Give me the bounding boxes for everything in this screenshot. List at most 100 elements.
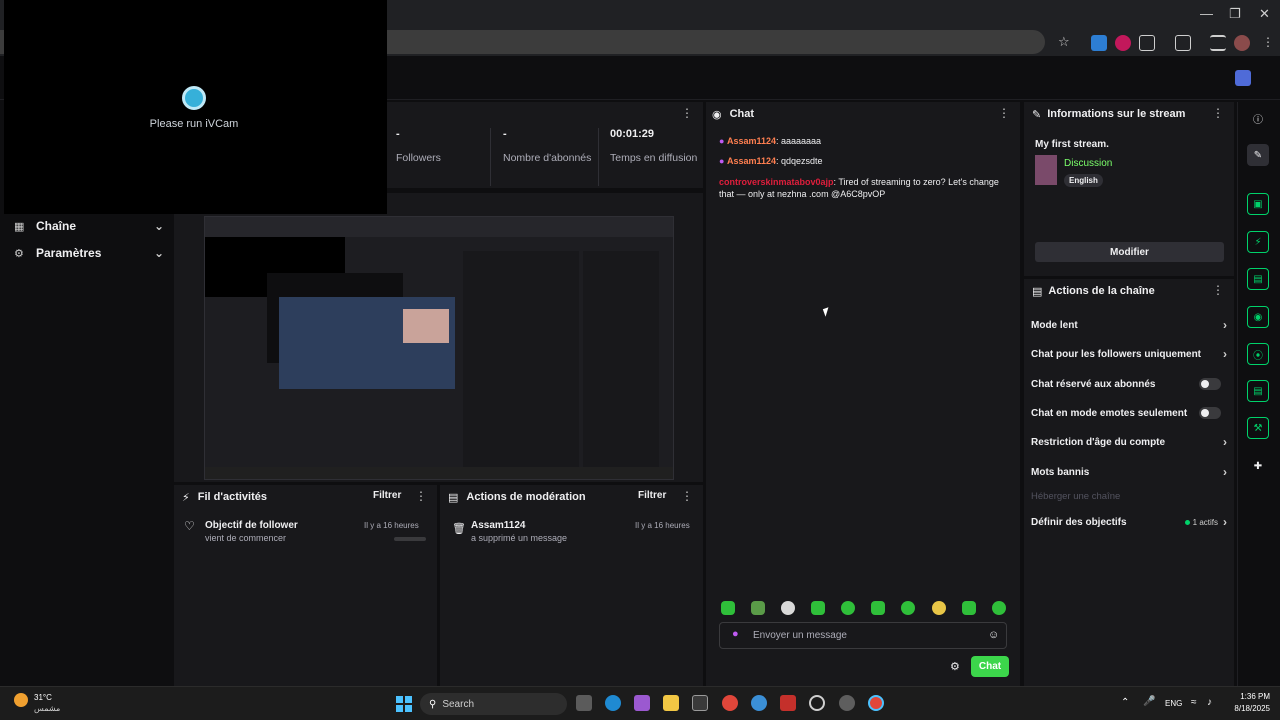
plus-icon[interactable]: ✚ — [1247, 455, 1269, 477]
filter-button[interactable]: Filtrer — [638, 490, 666, 501]
chat-bubble-icon[interactable]: ◉ — [1247, 306, 1269, 328]
layout-icon[interactable]: ▤ — [1247, 380, 1269, 402]
emote-icon[interactable] — [962, 601, 976, 615]
progress-bar — [394, 537, 426, 541]
chat-input[interactable]: ● Envoyer un message ☺ — [719, 622, 1007, 649]
emote-icon[interactable] — [721, 601, 735, 615]
obs-icon[interactable] — [809, 695, 825, 711]
ivcam-message: Please run iVCam — [149, 118, 239, 130]
document-icon: ▤ — [448, 491, 459, 504]
chevron-right-icon: › — [1223, 318, 1227, 332]
copilot-icon[interactable] — [634, 695, 650, 711]
moderation-item-time: Il y a 16 heures — [635, 521, 690, 530]
edit-button[interactable]: Modifier — [1035, 242, 1224, 262]
action-age-restriction[interactable]: Restriction d'âge du compte › — [1031, 432, 1227, 452]
avatar[interactable] — [1234, 35, 1250, 51]
ivcam-window: Please run iVCam — [4, 0, 387, 214]
action-banned-words[interactable]: Mots bannis › — [1031, 462, 1227, 482]
language-indicator[interactable]: ENG — [1165, 699, 1182, 708]
more-vertical-icon[interactable]: ⋮ — [415, 489, 427, 503]
more-vertical-icon[interactable]: ⋮ — [1262, 35, 1274, 49]
clip-icon[interactable]: ▣ — [1247, 193, 1269, 215]
extension-badge-icon[interactable] — [1235, 70, 1251, 86]
sidebar-item-chaine[interactable]: ▦ Chaîne ⌄ — [14, 214, 164, 238]
volume-icon[interactable]: ♪ — [1207, 697, 1212, 708]
action-set-goals[interactable]: Définir des objectifs 1 actifs › — [1031, 512, 1227, 532]
stream-preview[interactable] — [204, 216, 674, 480]
sidebar-item-label: Paramètres — [36, 246, 102, 260]
category-thumbnail — [1035, 155, 1057, 185]
action-followers-only[interactable]: Chat pour les followers uniquement › — [1031, 344, 1227, 364]
document-icon[interactable]: ▤ — [1247, 268, 1269, 290]
chat-bubble-icon: ◉ — [712, 108, 722, 121]
subscribers-only-toggle[interactable] — [1199, 378, 1221, 390]
sun-icon[interactable] — [14, 693, 28, 707]
emote-icon[interactable] — [932, 601, 946, 615]
more-vertical-icon[interactable]: ⋮ — [681, 106, 693, 120]
extension-icon[interactable] — [1091, 35, 1107, 51]
broadcast-icon[interactable]: ⦿ — [1247, 343, 1269, 365]
chevron-right-icon: › — [1223, 347, 1227, 361]
moderation-item-title: Assam1124 — [471, 520, 526, 531]
media-icon[interactable] — [1210, 35, 1226, 51]
puzzle-icon[interactable] — [1139, 35, 1155, 51]
emote-icon[interactable] — [811, 601, 825, 615]
emote-icon[interactable] — [871, 601, 885, 615]
youtube-icon[interactable] — [780, 695, 796, 711]
sidebar-item-label: Chaîne — [36, 219, 77, 233]
task-view-icon[interactable] — [576, 695, 592, 711]
app-icon[interactable] — [751, 695, 767, 711]
extension-icon[interactable] — [1115, 35, 1131, 51]
emoji-icon[interactable]: ☺ — [988, 629, 999, 641]
lightning-icon[interactable]: ⚡ — [1247, 231, 1269, 253]
wifi-icon[interactable]: ≈ — [1191, 697, 1197, 708]
more-vertical-icon[interactable]: ⋮ — [681, 489, 693, 503]
trash-icon: 🗑 — [452, 523, 466, 535]
taskbar-search[interactable]: ⚲ Search — [420, 693, 567, 715]
gear-icon: ⚙ — [14, 247, 24, 260]
emote-icon[interactable] — [841, 601, 855, 615]
emote-only-toggle[interactable] — [1199, 407, 1221, 419]
sidebar-item-parametres[interactable]: ⚙ Paramètres ⌄ — [14, 241, 164, 265]
action-slow-mode[interactable]: Mode lent › — [1031, 315, 1227, 335]
maximize-icon[interactable]: ❐ — [1229, 6, 1241, 22]
gear-icon[interactable]: ⚙ — [950, 660, 960, 673]
edge-icon[interactable] — [605, 695, 621, 711]
chevron-up-icon[interactable]: ⌃ — [1121, 697, 1129, 708]
emote-icon[interactable] — [751, 601, 765, 615]
chevron-right-icon: › — [1223, 435, 1227, 449]
more-vertical-icon[interactable]: ⋮ — [1212, 283, 1224, 297]
filter-button[interactable]: Filtrer — [373, 490, 401, 501]
category-link[interactable]: Discussion — [1064, 158, 1112, 169]
folder-icon[interactable] — [663, 695, 679, 711]
panel-title: Actions de modération — [466, 491, 586, 503]
info-icon[interactable]: ⓘ — [1247, 107, 1269, 129]
chrome-icon[interactable] — [868, 695, 884, 711]
pencil-icon[interactable]: ✎ — [1247, 144, 1269, 166]
chrome-icon[interactable] — [722, 695, 738, 711]
cast-icon[interactable] — [1175, 35, 1191, 51]
emote-icon[interactable] — [992, 601, 1006, 615]
chat-send-button[interactable]: Chat — [971, 656, 1009, 677]
activity-feed-panel: ⚡ Fil d'activités Filtrer ⋮ ♡ Objectif d… — [174, 485, 437, 686]
channel-actions-panel: ▤ Actions de la chaîne ⋮ — [1024, 279, 1234, 686]
mic-icon[interactable]: 🎤 — [1143, 696, 1155, 707]
more-vertical-icon[interactable]: ⋮ — [998, 106, 1010, 120]
divider — [598, 128, 599, 186]
more-vertical-icon[interactable]: ⋮ — [1212, 106, 1224, 120]
clock-time[interactable]: 1:36 PM — [1226, 692, 1270, 701]
bookmark-star-icon[interactable]: ☆ — [1058, 34, 1070, 50]
moderation-item-sub: a supprimé un message — [471, 533, 568, 543]
store-icon[interactable] — [692, 695, 708, 711]
close-icon[interactable]: ✕ — [1259, 6, 1270, 22]
tag-badge[interactable]: English — [1064, 174, 1103, 187]
wrench-icon[interactable]: ⚒ — [1247, 417, 1269, 439]
clock-date[interactable]: 8/18/2025 — [1222, 704, 1270, 713]
chevron-right-icon: › — [1223, 515, 1227, 529]
emote-icon[interactable] — [901, 601, 915, 615]
windows-start-icon[interactable] — [396, 696, 412, 712]
app-icon[interactable] — [839, 695, 855, 711]
heart-icon: ♡ — [184, 519, 195, 533]
minimize-icon[interactable]: — — [1200, 6, 1213, 21]
emote-icon[interactable] — [781, 601, 795, 615]
